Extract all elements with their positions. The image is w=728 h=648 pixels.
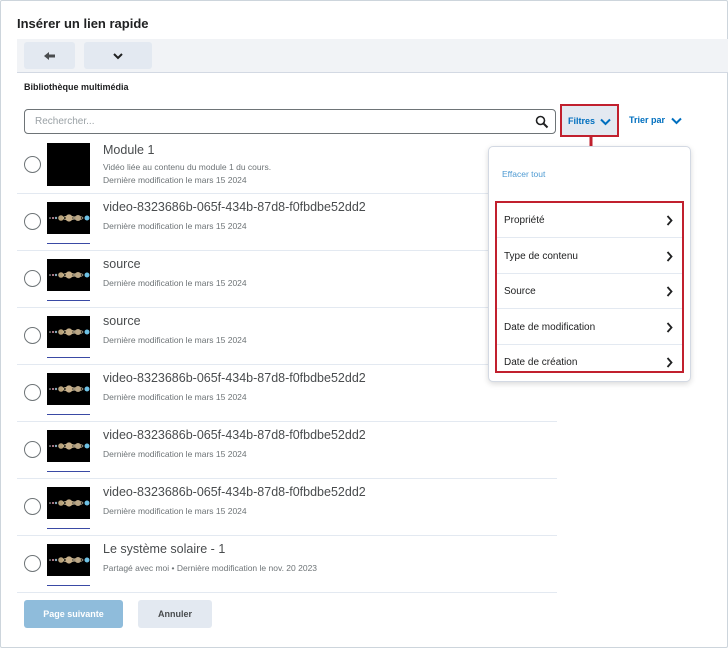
video-thumbnail bbox=[47, 143, 90, 186]
video-thumbnail bbox=[47, 259, 90, 292]
video-thumbnail bbox=[47, 373, 90, 406]
item-name[interactable]: video-8323686b-065f-434b-87d8-f0fbdbe52d… bbox=[103, 485, 366, 499]
item-name[interactable]: Module 1 bbox=[103, 143, 154, 157]
select-radio[interactable] bbox=[24, 156, 41, 173]
thumbnail-progress bbox=[47, 414, 90, 415]
list-item[interactable]: source Dernière modification le mars 15 2… bbox=[17, 308, 557, 365]
select-radio[interactable] bbox=[24, 213, 41, 230]
filters-label: Filtres bbox=[568, 116, 596, 126]
item-name[interactable]: video-8323686b-065f-434b-87d8-f0fbdbe52d… bbox=[103, 371, 366, 385]
item-meta: Dernière modification le mars 15 2024 bbox=[103, 335, 247, 345]
planets-thumbnail-icon bbox=[47, 202, 90, 234]
chevron-right-icon bbox=[666, 357, 673, 368]
search-icon[interactable] bbox=[535, 115, 549, 129]
item-name[interactable]: source bbox=[103, 257, 141, 271]
item-name[interactable]: video-8323686b-065f-434b-87d8-f0fbdbe52d… bbox=[103, 428, 366, 442]
library-label: Bibliothèque multimédia bbox=[24, 82, 129, 92]
filter-option-label: Propriété bbox=[504, 215, 545, 226]
filter-option[interactable]: Date de modification bbox=[497, 310, 682, 345]
planets-thumbnail-icon bbox=[47, 373, 90, 405]
chevron-down-icon bbox=[600, 118, 611, 126]
item-meta: Dernière modification le mars 15 2024 bbox=[103, 221, 247, 231]
thumbnail-progress bbox=[47, 528, 90, 529]
back-button[interactable] bbox=[24, 42, 75, 69]
sort-label: Trier par bbox=[629, 115, 666, 125]
select-radio[interactable] bbox=[24, 327, 41, 344]
more-button[interactable] bbox=[84, 42, 152, 69]
item-name[interactable]: source bbox=[103, 314, 141, 328]
planets-thumbnail-icon bbox=[47, 430, 90, 462]
filter-option-label: Source bbox=[504, 286, 536, 297]
planets-thumbnail-icon bbox=[47, 259, 90, 291]
item-meta: Dernière modification le mars 15 2024 bbox=[103, 506, 247, 516]
video-thumbnail bbox=[47, 316, 90, 349]
video-thumbnail bbox=[47, 430, 90, 463]
item-meta: Dernière modification le mars 15 2024 bbox=[103, 278, 247, 288]
item-meta: Dernière modification le mars 15 2024 bbox=[103, 175, 247, 185]
chevron-right-icon bbox=[666, 286, 673, 297]
filter-option-label: Date de création bbox=[504, 357, 578, 368]
sort-button[interactable]: Trier par bbox=[629, 115, 682, 125]
chevron-right-icon bbox=[666, 215, 673, 226]
list-item[interactable]: Le système solaire - 1 Partagé avec moi •… bbox=[17, 536, 557, 593]
list-item[interactable]: video-8323686b-065f-434b-87d8-f0fbdbe52d… bbox=[17, 365, 557, 422]
chevron-down-icon bbox=[113, 52, 123, 59]
thumbnail-progress bbox=[47, 585, 90, 586]
thumbnail-progress bbox=[47, 357, 90, 358]
video-thumbnail bbox=[47, 202, 90, 235]
filter-option[interactable]: Source bbox=[497, 274, 682, 309]
thumbnail-progress bbox=[47, 243, 90, 244]
list-item[interactable]: video-8323686b-065f-434b-87d8-f0fbdbe52d… bbox=[17, 422, 557, 479]
select-radio[interactable] bbox=[24, 384, 41, 401]
item-meta: Dernière modification le mars 15 2024 bbox=[103, 392, 247, 402]
list-item[interactable]: source Dernière modification le mars 15 2… bbox=[17, 251, 557, 308]
list-item[interactable]: Module 1 Vidéo liée au contenu du module … bbox=[17, 137, 557, 194]
filter-option[interactable]: Propriété bbox=[497, 203, 682, 238]
select-radio[interactable] bbox=[24, 441, 41, 458]
arrow-left-icon bbox=[43, 51, 55, 60]
chevron-down-icon bbox=[671, 117, 682, 125]
filters-dropdown: Effacer tout Propriété Type de contenu Sou… bbox=[488, 146, 691, 382]
item-name[interactable]: Le système solaire - 1 bbox=[103, 542, 225, 556]
chevron-right-icon bbox=[666, 321, 673, 333]
planets-thumbnail-icon bbox=[47, 487, 90, 519]
dialog-title: Insérer un lien rapide bbox=[17, 16, 149, 31]
toolbar bbox=[17, 39, 728, 73]
filter-option[interactable]: Type de contenu bbox=[497, 239, 682, 274]
clear-all-button[interactable]: Effacer tout bbox=[502, 169, 545, 179]
cancel-button[interactable]: Annuler bbox=[138, 600, 212, 628]
chevron-right-icon bbox=[666, 250, 673, 262]
item-description: Vidéo liée au contenu du module 1 du cou… bbox=[103, 162, 272, 172]
select-radio[interactable] bbox=[24, 498, 41, 515]
filters-button[interactable]: Filtres bbox=[560, 104, 619, 137]
thumbnail-progress bbox=[47, 300, 90, 301]
search-placeholder: Rechercher... bbox=[35, 116, 95, 127]
filter-option[interactable]: Date de création bbox=[497, 345, 682, 380]
filters-menu: Propriété Type de contenu Source Date de mo… bbox=[495, 201, 684, 373]
search-input[interactable]: Rechercher... bbox=[24, 109, 556, 134]
filter-option-label: Type de contenu bbox=[504, 250, 578, 262]
item-meta: Partagé avec moi • Dernière modification… bbox=[103, 563, 318, 573]
select-radio[interactable] bbox=[24, 555, 41, 572]
thumbnail-progress bbox=[47, 471, 90, 472]
list-item[interactable]: video-8323686b-065f-434b-87d8-f0fbdbe52d… bbox=[17, 479, 557, 536]
filter-option-label: Date de modification bbox=[504, 321, 596, 333]
item-meta: Dernière modification le mars 15 2024 bbox=[103, 449, 247, 459]
select-radio[interactable] bbox=[24, 270, 41, 287]
next-page-button[interactable]: Page suivante bbox=[24, 600, 123, 628]
insert-quicklink-dialog: Insérer un lien rapide Bibliothèque mult… bbox=[0, 0, 728, 648]
item-name[interactable]: video-8323686b-065f-434b-87d8-f0fbdbe52d… bbox=[103, 200, 366, 214]
video-thumbnail bbox=[47, 487, 90, 520]
video-thumbnail bbox=[47, 544, 90, 577]
list-item[interactable]: video-8323686b-065f-434b-87d8-f0fbdbe52d… bbox=[17, 194, 557, 251]
planets-thumbnail-icon bbox=[47, 544, 90, 576]
planets-thumbnail-icon bbox=[47, 316, 90, 348]
